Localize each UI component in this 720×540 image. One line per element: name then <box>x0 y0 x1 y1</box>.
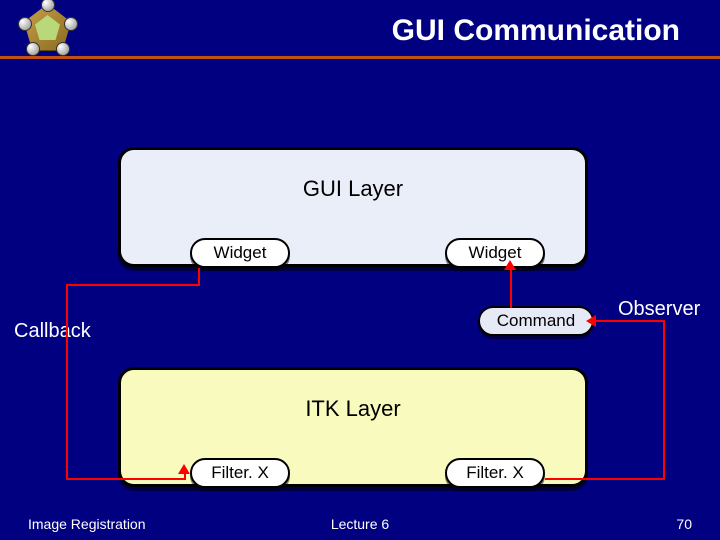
conn-right-arrow <box>586 315 596 327</box>
conn-right-h2 <box>594 320 665 322</box>
filter-right-pill: Filter. X <box>445 458 545 488</box>
command-pill: Command <box>478 306 594 336</box>
gui-layer-title: GUI Layer <box>121 176 585 202</box>
conn-left-v2 <box>66 284 68 480</box>
footer-center: Lecture 6 <box>0 516 720 532</box>
itk-layer-title: ITK Layer <box>121 396 585 422</box>
conn-right-h1 <box>545 478 665 480</box>
logo <box>20 0 75 55</box>
widget-right-pill: Widget <box>445 238 545 268</box>
callback-label: Callback <box>14 320 91 343</box>
conn-cmd-arrow <box>504 260 516 270</box>
widget-left-pill: Widget <box>190 238 290 268</box>
conn-left-arrow <box>178 464 190 474</box>
conn-right-v1 <box>663 320 665 480</box>
title-rule <box>0 56 720 59</box>
page-title: GUI Communication <box>392 14 680 48</box>
conn-left-v1 <box>198 268 200 284</box>
conn-cmd-v <box>510 268 512 308</box>
observer-label: Observer <box>618 298 700 321</box>
conn-left-h1 <box>68 284 200 286</box>
filter-left-pill: Filter. X <box>190 458 290 488</box>
conn-left-h2 <box>66 478 184 480</box>
footer: Image Registration Lecture 6 70 <box>0 516 720 532</box>
